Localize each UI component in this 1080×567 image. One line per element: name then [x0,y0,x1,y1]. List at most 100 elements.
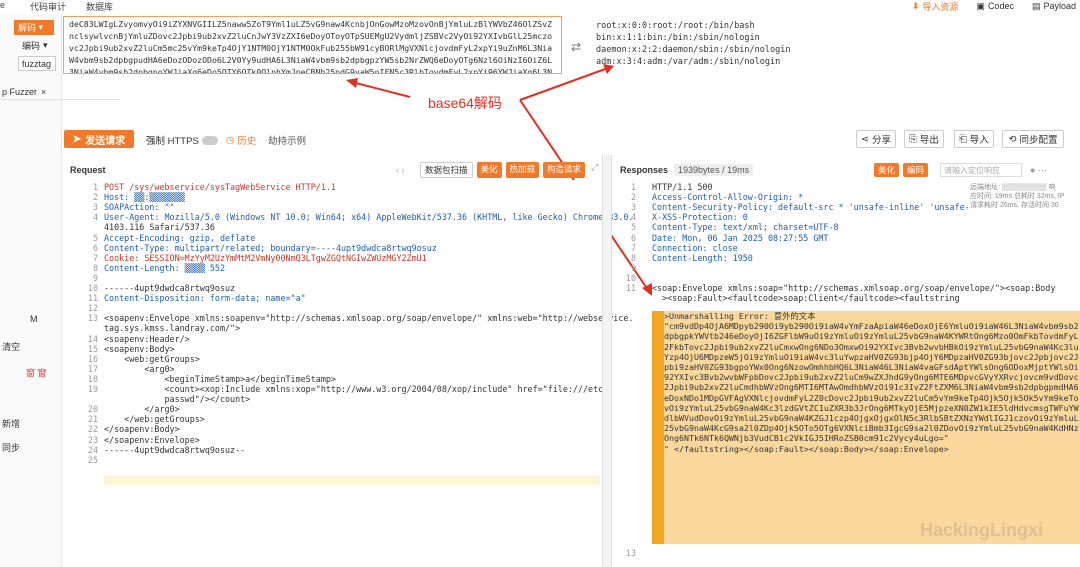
request-line: <soapenv:Header/> [104,333,190,344]
request-line: Host: ▒▒:▒▒▒▒▒▒▒ [104,192,185,203]
history-button[interactable]: ◷ 历史 [226,133,256,148]
request-line: Cookie: SESSION=MzYyM2UzYmMtM2VmNy00NmQ3… [104,252,427,263]
response-line: Connection: close [652,242,738,253]
line-number: 1 [92,182,98,192]
request-line: </arg0> [104,404,180,415]
payload-button[interactable]: ▤ Payload [1032,0,1076,12]
line-number: 10 [625,272,636,283]
line-number: 25 [87,454,98,465]
line-number: 7 [92,252,98,263]
response-line: Access-Control-Allow-Origin: * [652,192,804,203]
response-line: Content-Security-Policy: default-src * '… [652,202,995,213]
line-number: 8 [630,252,636,263]
menu-item-audit[interactable]: 代码审计 [30,0,66,13]
import-file-icon: ⎗ [959,133,967,145]
response-line: Date: Mon, 06 Jan 2025 08:27:55 GMT [652,232,829,243]
encode-select[interactable]: 编码 ▾ [22,39,48,52]
toggle-icon [201,135,218,145]
line-number: 13 [87,313,98,324]
hot-reload-button[interactable]: 热加载 [505,162,540,178]
codec-icon: ▣ [976,0,985,11]
line-number: 9 [630,262,636,273]
import-button[interactable]: ⎗ 导入 [954,130,994,148]
sync-config-button[interactable]: ⟲ 同步配置 [1002,130,1064,148]
beautify-button[interactable]: 美化 [476,162,502,178]
decode-select[interactable]: 解码 ▾ [14,20,54,35]
request-line: Content-Type: multipart/related; boundar… [104,242,437,253]
send-icon: ➤ [72,133,82,145]
request-line: <web:getGroups> [104,353,200,364]
side-label-m: M [30,314,38,324]
response-size: 1939bytes / 19ms [674,164,754,176]
response-line: <soap:Envelope xmlns:soap="http://schema… [652,283,1056,293]
expand-icon[interactable]: ⤢ [591,162,598,178]
line-number: 5 [630,222,636,233]
line-number: 10 [87,283,98,293]
response-line: HTTP/1.1 500 [652,182,713,192]
response-encode-button[interactable]: 编码 [903,163,929,177]
request-line: SOAPAction: "" [104,202,175,213]
request-editor[interactable]: 1 POST /sys/webservice/sysTagWebService H… [62,180,633,567]
fuzzer-tab[interactable]: p Fuzzer × [0,84,120,100]
request-line: </soapenv:Body> [104,424,180,435]
import-resource-button[interactable]: ⬇ 导入资源 [912,0,959,12]
chevron-down-icon: ▾ [43,40,48,50]
sync-label[interactable]: 同步 [2,441,20,454]
line-number: 21 [87,414,98,425]
response-title: Responses [620,165,669,175]
request-line: 4103.116 Safari/537.36 [104,222,215,233]
line-number: 3 [630,202,636,213]
line-number: 2 [92,192,98,203]
export-button[interactable]: ⎘ 导出 [904,130,944,148]
request-line: Content-Disposition: form-data; name="a" [104,293,306,304]
share-button[interactable]: ⋖ 分享 [856,130,896,148]
decode-output-line: root:x:0:0:root:/root:/bin/bash [596,21,755,31]
share-icon: ⋖ [861,133,869,145]
nav-arrows-icon[interactable]: ‹ › [396,165,405,175]
menu-item-db[interactable]: 数据库 [86,0,113,13]
line-number: 1 [630,182,636,192]
decode-output-line: daemon:x:2:2:daemon/sbin:/sbin/nologin [596,45,791,55]
hijack-example-button[interactable]: 劫持示例 [268,133,306,147]
force-https-toggle[interactable]: 强制 HTTPS [146,133,218,147]
line-number: 15 [87,343,98,354]
payload-icon: ▤ [1031,0,1041,11]
line-number: 12 [87,303,98,314]
line-number: 11 [87,293,98,304]
response-search-input[interactable]: 请输入定位响应 [940,163,1022,177]
response-editor[interactable]: >Unmarshalling Error: 意外的文本 "cm9vdDp4OjA… [612,180,1080,567]
request-line: tag.sys.kmss.landray.com/"> [104,323,241,334]
request-line: Content-Length: ▒▒▒▒ 552 [104,262,226,273]
close-icon[interactable]: × [41,87,46,97]
request-line: Accept-Encoding: gzip, deflate [104,232,256,243]
fuzztag-field[interactable]: fuzztag [18,56,56,71]
clear-button[interactable]: 清空 [2,340,20,353]
toolbar: ➤ 发送请求 强制 HTTPS ◷ 历史 劫持示例 ⋖ 分享 ⎘ 导出 ⎗ 导入 ⟲ 同步配… [62,128,1080,150]
line-number: 24 [87,444,98,455]
swap-icon[interactable]: ⇄ [571,40,581,54]
more-icon[interactable]: ● ⋯ [1030,165,1047,176]
line-number: 4 [92,212,98,223]
request-line: POST /sys/webservice/sysTagWebService HT… [104,182,336,192]
send-request-button[interactable]: ➤ 发送请求 [64,130,134,148]
line-number: 4 [630,212,636,223]
line-number: 16 [87,353,98,364]
request-panel-header: Request ‹ › 数据包扫描 美化 热加载 构造请求 ⤢ [70,160,600,180]
menu-item-e[interactable]: e [0,0,5,10]
add-button[interactable]: 新增 [2,417,20,430]
decode-select-box[interactable]: 解码 ▾ [14,20,54,35]
side-label-red: 窗 窗 [26,368,47,378]
request-buttons: 数据包扫描 美化 热加载 构造请求 ⤢ [416,162,598,178]
line-number: 3 [92,202,98,213]
line-number: 6 [92,242,98,253]
request-line: <beginTimeStamp>a</beginTimeStamp> [104,373,336,384]
panel-divider[interactable] [602,155,612,567]
decode-input-area[interactable]: deC83LWIgLZvyomvyOi9iZYXNVGIILZ5naww5ZoT… [63,16,562,74]
build-request-button[interactable]: 构造请求 [543,162,586,178]
packet-scan-button[interactable]: 数据包扫描 [420,162,473,178]
decode-output-line: bin:x:1:1:bin:/bin:/sbin/nologin [596,33,760,43]
line-number: 19 [87,384,98,394]
codec-button[interactable]: ▣ Codec [976,0,1014,12]
response-beautify-button[interactable]: 美化 [874,163,900,177]
clock-icon: ◷ [226,134,235,146]
